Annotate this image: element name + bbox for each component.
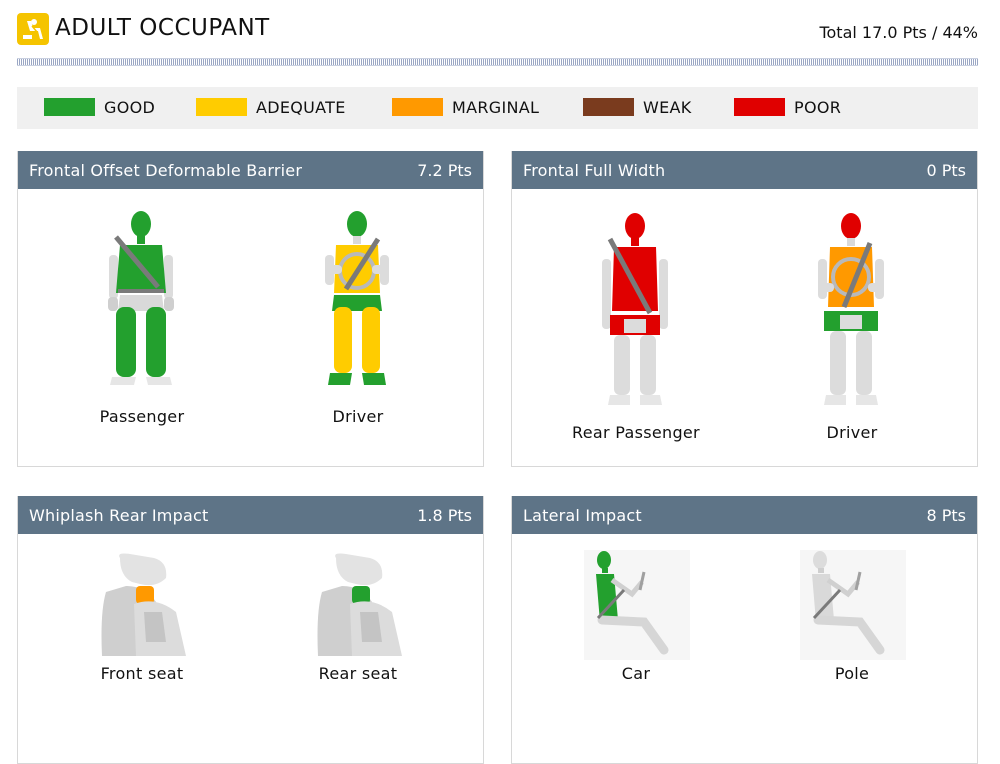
passenger-dummy-figure (108, 211, 174, 385)
panel-points: 7.2 Pts (417, 161, 472, 180)
header-divider (17, 58, 978, 66)
legend-label: ADEQUATE (256, 98, 346, 117)
panel-whiplash-rear-impact: Whiplash Rear Impact 1.8 Pts Front seat … (17, 496, 484, 764)
panel-title: Lateral Impact (523, 506, 642, 525)
rear-passenger-dummy-figure (602, 213, 668, 405)
front-seat-whiplash-figure (101, 553, 186, 656)
figure-label: Driver (332, 407, 384, 426)
driver-dummy-figure (325, 211, 389, 385)
figure-label: Driver (826, 423, 878, 442)
section-title: ADULT OCCUPANT (55, 15, 270, 41)
panel-header: Frontal Offset Deformable Barrier 7.2 Pt… (18, 151, 483, 189)
legend-label: POOR (794, 98, 842, 117)
legend-label: MARGINAL (452, 98, 540, 117)
figure-label: Rear seat (318, 664, 398, 683)
legend-swatch (44, 98, 95, 116)
rating-legend: GOOD ADEQUATE MARGINAL WEAK POOR (17, 87, 978, 129)
legend-swatch (392, 98, 443, 116)
panel-points: 1.8 Pts (417, 506, 472, 525)
panel-points: 8 Pts (926, 506, 966, 525)
total-score: Total 17.0 Pts / 44% (819, 23, 978, 42)
legend-swatch (196, 98, 247, 116)
figure-label: Pole (834, 664, 870, 683)
section-header: ADULT OCCUPANT Total 17.0 Pts / 44% (17, 13, 978, 49)
car-side-impact-figure (584, 550, 690, 660)
panel-title: Whiplash Rear Impact (29, 506, 209, 525)
figure-label: Car (621, 664, 651, 683)
pole-side-impact-figure (800, 550, 906, 660)
legend-label: GOOD (104, 98, 156, 117)
legend-swatch (734, 98, 785, 116)
driver-dummy-figure-full-width (818, 213, 884, 405)
panel-title: Frontal Full Width (523, 161, 666, 180)
rear-seat-whiplash-figure (317, 553, 402, 656)
panel-frontal-full-width: Frontal Full Width 0 Pts Rear Passenger (511, 151, 978, 467)
figure-label: Front seat (100, 664, 184, 683)
legend-swatch (583, 98, 634, 116)
panel-points: 0 Pts (926, 161, 966, 180)
panel-frontal-offset: Frontal Offset Deformable Barrier 7.2 Pt… (17, 151, 484, 467)
panel-lateral-impact: Lateral Impact 8 Pts Car Pole (511, 496, 978, 764)
legend-label: WEAK (643, 98, 692, 117)
panel-header: Lateral Impact 8 Pts (512, 496, 977, 534)
panel-header: Frontal Full Width 0 Pts (512, 151, 977, 189)
panel-title: Frontal Offset Deformable Barrier (29, 161, 303, 180)
adult-seat-icon (17, 13, 49, 45)
figure-label: Rear Passenger (572, 423, 700, 442)
figure-label: Passenger (99, 407, 185, 426)
panel-header: Whiplash Rear Impact 1.8 Pts (18, 496, 483, 534)
